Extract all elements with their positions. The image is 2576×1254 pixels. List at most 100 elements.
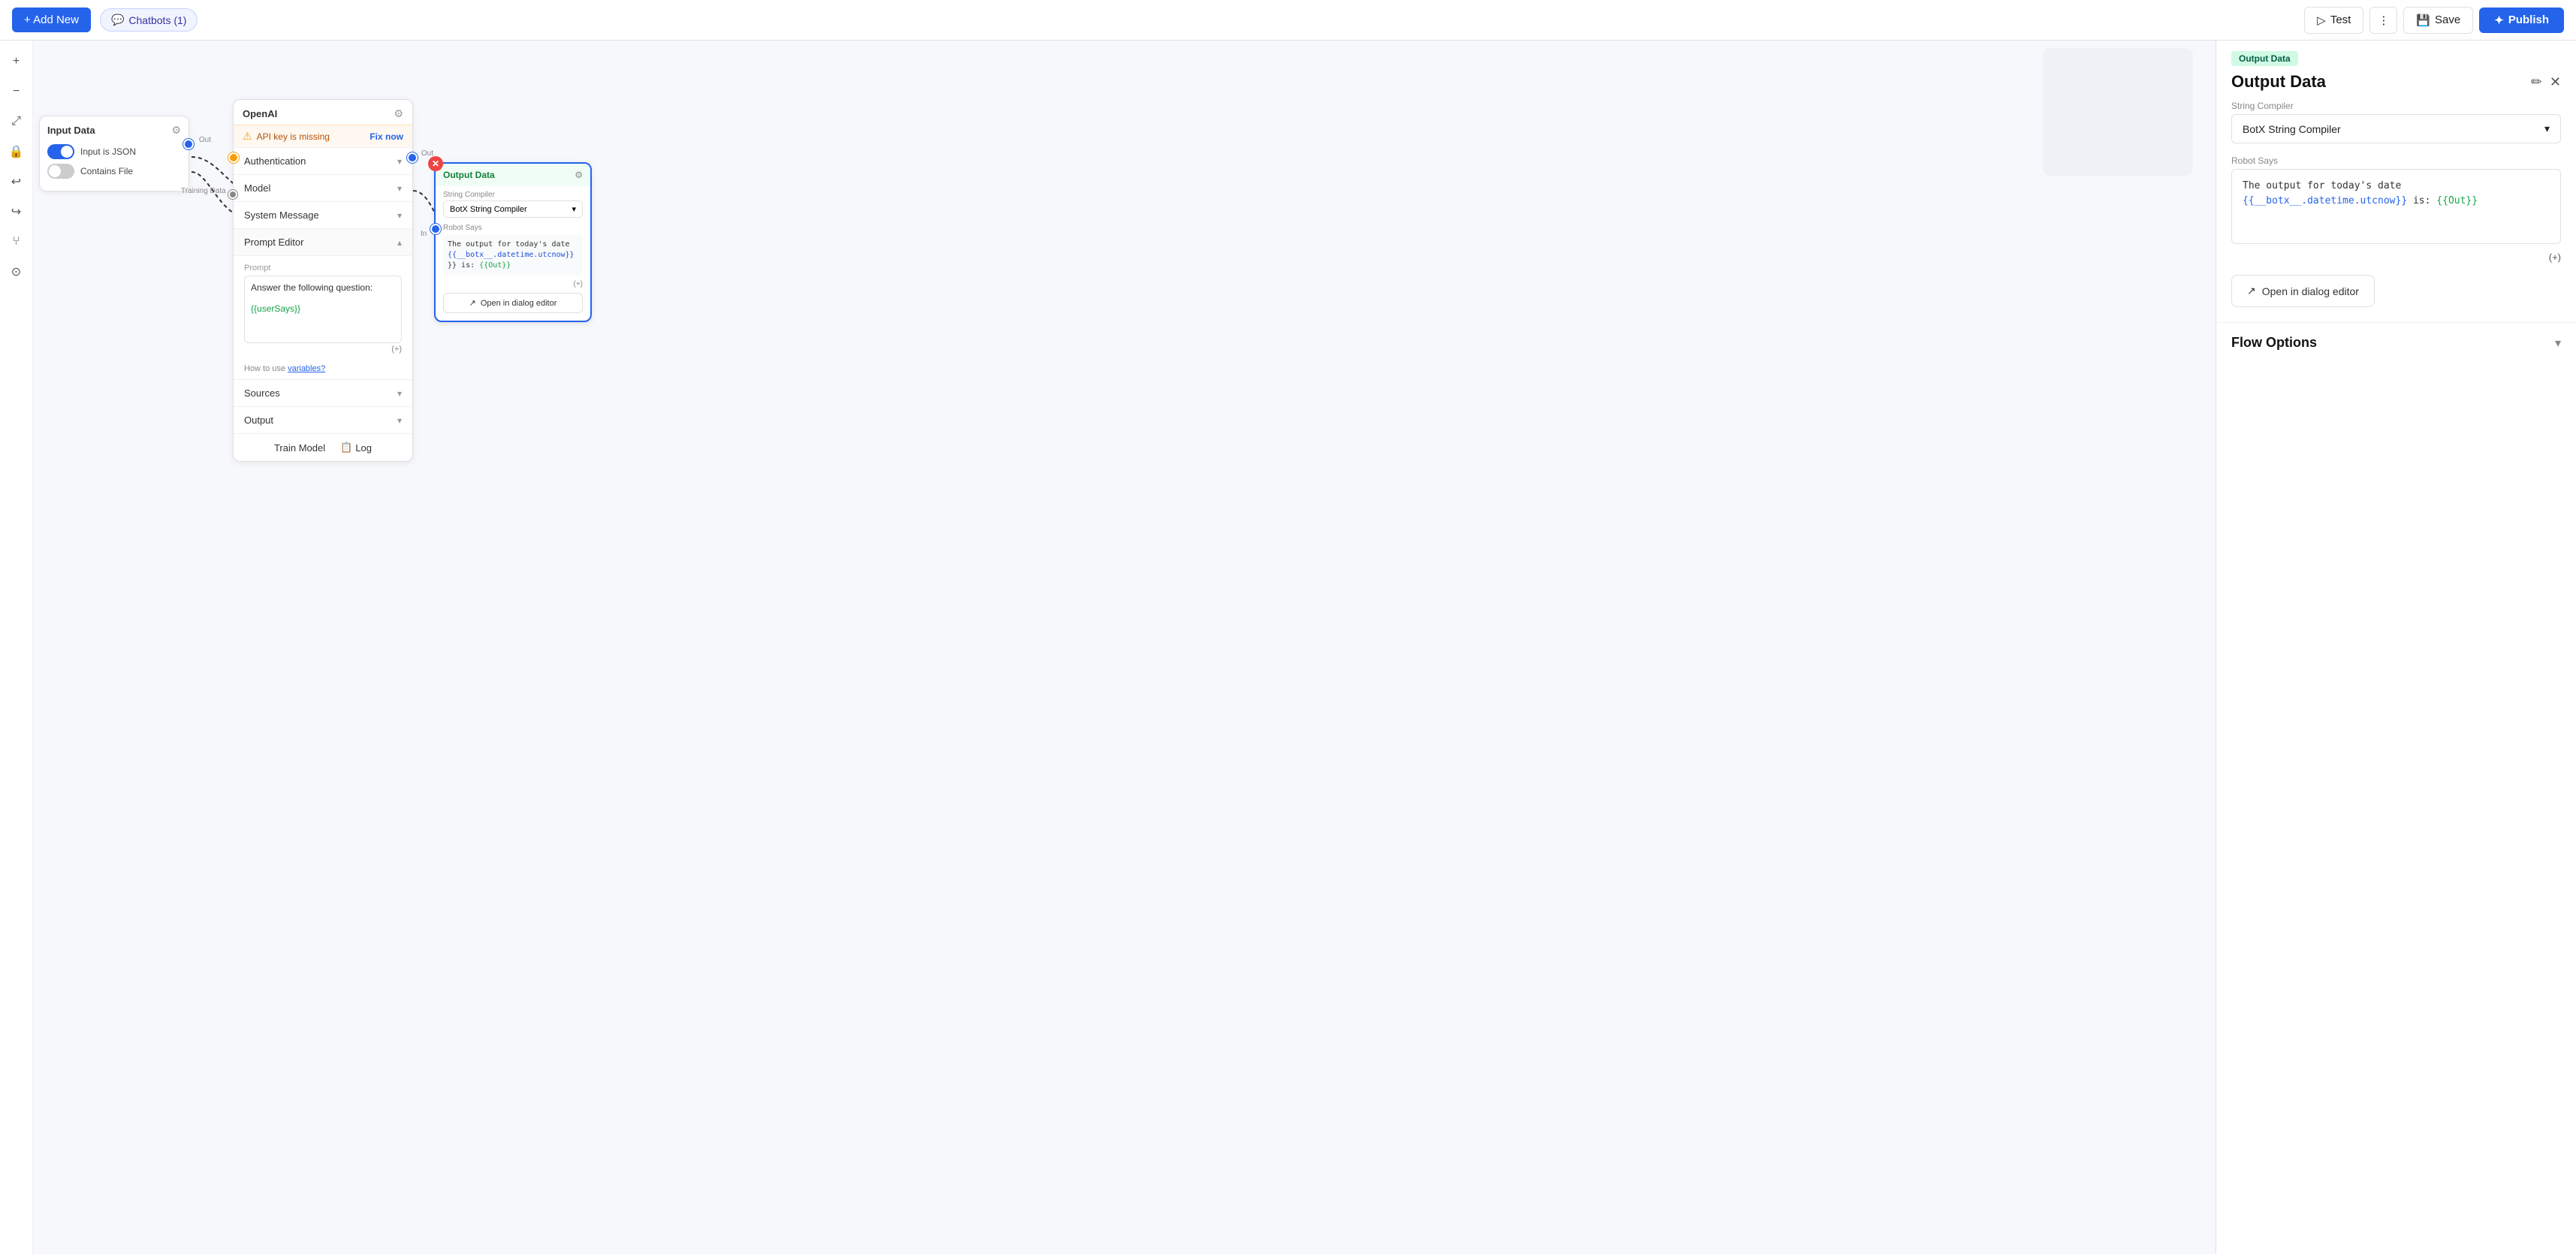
openai-training-dot[interactable] <box>228 190 237 199</box>
openai-gear-icon[interactable]: ⚙ <box>394 107 403 120</box>
prompt-var: {{userSays}} <box>251 303 300 314</box>
contains-file-label: Contains File <box>80 166 133 176</box>
flow-area: Input Data ⚙ Input is JSON Contains File… <box>0 41 2216 1254</box>
sidebar-fit[interactable]: ⤢ <box>5 110 29 134</box>
open-dialog-label-mini: Open in dialog editor <box>481 299 557 308</box>
output-arrow-icon: ▾ <box>397 415 402 426</box>
chat-icon: 💬 <box>111 14 124 26</box>
publish-icon: ✦ <box>2494 14 2504 27</box>
ghost-node <box>2043 48 2193 176</box>
more-button[interactable]: ⋮ <box>2369 7 2397 34</box>
output-mini-robot-says-text: The output for today's date{{__botx__.da… <box>443 235 583 276</box>
openai-node: Out Training Data OpenAI ⚙ ⚠ API key is … <box>233 99 413 462</box>
output-mini-robot-says-label: Robot Says <box>436 222 590 234</box>
prompt-textarea[interactable]: Answer the following question:{{userSays… <box>244 276 402 343</box>
training-data-label: Training Data <box>181 187 226 195</box>
panel-robot-text-2: is: <box>2407 195 2436 206</box>
warning-icon: ⚠ <box>243 130 252 143</box>
panel-robot-says-section: Robot Says The output for today's date {… <box>2216 155 2576 263</box>
topbar-right: ▷ Test ⋮ 💾 Save ✦ Publish <box>2304 7 2564 34</box>
sidebar-zoom-out[interactable]: − <box>5 80 29 104</box>
add-new-button[interactable]: + Add New <box>12 8 91 32</box>
train-model-button[interactable]: Train Model <box>274 442 325 454</box>
variables-link[interactable]: variables? <box>288 364 325 373</box>
output-label: Output <box>244 414 273 426</box>
sources-section[interactable]: Sources ▾ <box>234 379 412 406</box>
flow-options-arrow-icon: ▾ <box>2555 336 2561 351</box>
robot-text-2: }} is: <box>448 261 479 270</box>
output-mini-string-compiler-select[interactable]: BotX String Compiler ▾ <box>443 200 583 218</box>
output-section[interactable]: Output ▾ <box>234 406 412 433</box>
log-label: Log <box>355 442 372 454</box>
input-data-gear-icon[interactable]: ⚙ <box>171 124 181 137</box>
output-data-mini-node: ✕ In Output Data ⚙ String Compiler BotX … <box>434 162 592 322</box>
authentication-label: Authentication <box>244 155 306 167</box>
sidebar-redo[interactable]: ↪ <box>5 200 29 224</box>
openai-title: OpenAI <box>243 108 277 119</box>
publish-label: Publish <box>2508 14 2549 26</box>
output-mini-plus: (+) <box>436 280 590 288</box>
train-model-label: Train Model <box>274 442 325 454</box>
model-section[interactable]: Model ▾ <box>234 174 412 201</box>
output-mini-title: Output Data <box>443 170 495 180</box>
log-icon: 📋 <box>340 442 352 454</box>
prompt-editor-content: Prompt Answer the following question:{{u… <box>234 255 412 361</box>
save-button[interactable]: 💾 Save <box>2403 7 2473 34</box>
output-data-badge: Output Data <box>2231 51 2298 66</box>
open-dialog-icon-mini: ↗ <box>469 298 476 308</box>
sidebar-lock[interactable]: 🔒 <box>5 140 29 164</box>
panel-string-compiler-select[interactable]: BotX String Compiler ▾ <box>2231 114 2561 143</box>
open-dialog-panel-icon: ↗ <box>2247 285 2256 297</box>
open-dialog-panel-button[interactable]: ↗ Open in dialog editor <box>2231 275 2375 307</box>
publish-button[interactable]: ✦ Publish <box>2479 8 2564 33</box>
how-to-use-prefix: How to use <box>244 364 288 373</box>
input-data-header: Input Data ⚙ <box>47 124 181 137</box>
output-mini-in-dot[interactable] <box>430 224 441 234</box>
panel-robot-says-textarea[interactable]: The output for today's date {{__botx__.d… <box>2231 169 2561 244</box>
prompt-editor-label: Prompt Editor <box>244 237 303 248</box>
system-message-label: System Message <box>244 210 319 221</box>
fix-now-button[interactable]: Fix now <box>370 131 403 142</box>
sidebar-zoom-in[interactable]: + <box>5 50 29 74</box>
input-data-out-dot[interactable] <box>183 139 194 149</box>
sidebar-history[interactable]: ⊙ <box>5 260 29 284</box>
close-output-mini-button[interactable]: ✕ <box>428 156 443 171</box>
sidebar-branch[interactable]: ⑂ <box>5 230 29 254</box>
chatbots-tab[interactable]: 💬 Chatbots (1) <box>100 8 198 32</box>
openai-out-dot[interactable] <box>407 152 418 163</box>
sidebar-undo[interactable]: ↩ <box>5 170 29 194</box>
how-to-use: How to use variables? <box>234 361 412 379</box>
output-mini-in-label: In <box>421 230 427 238</box>
contains-file-toggle[interactable] <box>47 164 74 179</box>
authentication-arrow-icon: ▾ <box>397 156 402 167</box>
panel-robot-text-1: The output for today's date <box>2243 180 2401 191</box>
panel-green-var: {{Out}} <box>2436 195 2478 206</box>
canvas: Input Data ⚙ Input is JSON Contains File… <box>0 41 2216 1254</box>
output-mini-gear-icon[interactable]: ⚙ <box>575 170 583 180</box>
openai-in-dot[interactable] <box>228 152 239 163</box>
flow-options-row[interactable]: Flow Options ▾ <box>2216 323 2576 363</box>
panel-close-button[interactable]: ✕ <box>2550 74 2561 90</box>
model-label: Model <box>244 182 270 194</box>
authentication-section[interactable]: Authentication ▾ <box>234 147 412 174</box>
prompt-editor-section[interactable]: Prompt Editor ▴ <box>234 228 412 255</box>
sources-arrow-icon: ▾ <box>397 388 402 399</box>
panel-string-compiler-section: String Compiler BotX String Compiler ▾ <box>2216 101 2576 143</box>
contains-file-row: Contains File <box>47 164 181 179</box>
save-icon: 💾 <box>2416 14 2430 27</box>
prompt-field-label: Prompt <box>244 264 402 273</box>
flow-options-label: Flow Options <box>2231 335 2317 351</box>
openai-footer: Train Model 📋 Log <box>234 433 412 461</box>
input-is-json-toggle[interactable] <box>47 144 74 159</box>
system-message-section[interactable]: System Message ▾ <box>234 201 412 228</box>
test-button[interactable]: ▷ Test <box>2304 7 2363 34</box>
play-icon: ▷ <box>2317 14 2326 27</box>
save-label: Save <box>2435 14 2460 26</box>
panel-edit-button[interactable]: ✏ <box>2531 74 2542 90</box>
left-sidebar: + − ⤢ 🔒 ↩ ↪ ⑂ ⊙ <box>0 41 33 1254</box>
log-button[interactable]: 📋 Log <box>340 442 372 454</box>
output-mini-open-dialog-button[interactable]: ↗ Open in dialog editor <box>443 293 583 313</box>
test-label: Test <box>2330 14 2351 26</box>
openai-header: OpenAI ⚙ <box>234 100 412 125</box>
input-is-json-row: Input is JSON <box>47 144 181 159</box>
